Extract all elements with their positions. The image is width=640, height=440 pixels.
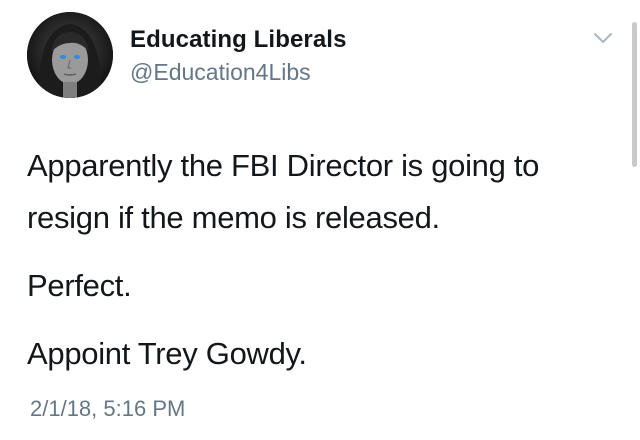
tweet-timestamp[interactable]: 2/1/18, 5:16 PM [30,396,185,422]
scrollbar[interactable] [632,22,637,167]
author-avatar[interactable] [27,12,113,98]
tweet-paragraph: Apparently the FBI Director is going to … [27,148,540,235]
tweet-paragraph: Perfect. [27,268,132,303]
tweet-paragraph: Appoint Trey Gowdy. [27,336,307,371]
tweet-card: Educating Liberals @Education4Libs Appar… [0,0,640,440]
chevron-down-icon[interactable] [592,30,614,46]
author-display-name[interactable]: Educating Liberals [130,26,347,54]
author-handle[interactable]: @Education4Libs [130,59,311,86]
tweet-text: Apparently the FBI Director is going to … [27,140,617,396]
avatar-image [27,12,113,98]
